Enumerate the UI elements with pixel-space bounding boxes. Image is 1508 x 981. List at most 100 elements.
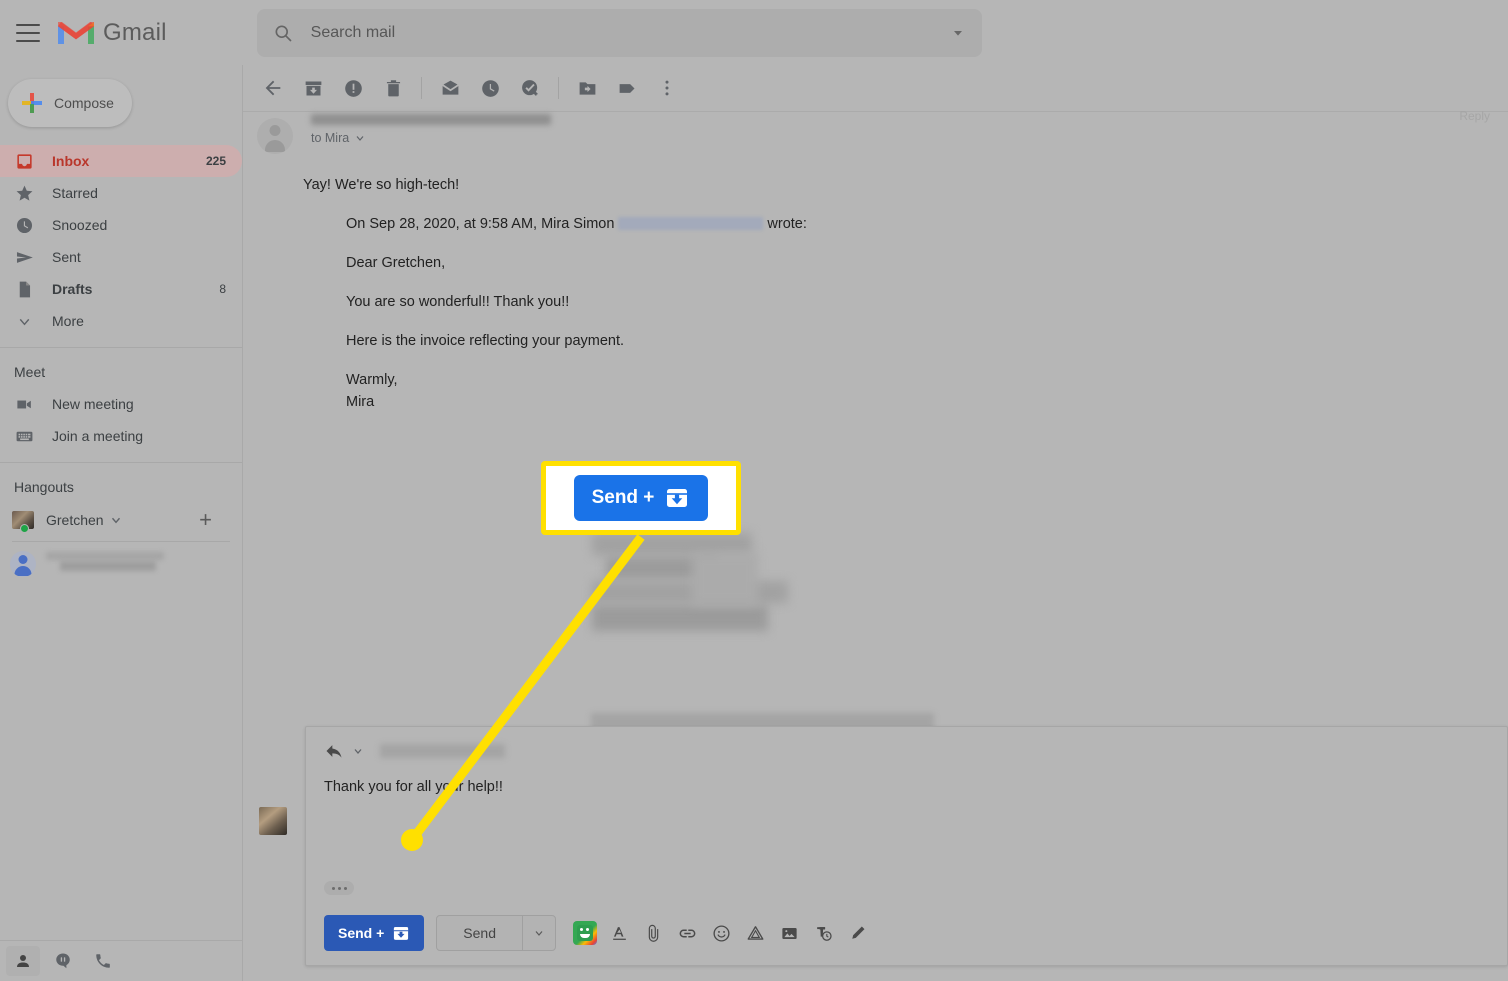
sidebar-item-more[interactable]: More bbox=[0, 305, 242, 337]
sidebar-item-label: Drafts bbox=[52, 281, 93, 297]
compose-recipient-redacted bbox=[380, 744, 505, 758]
add-hangout-icon[interactable]: + bbox=[199, 509, 212, 531]
keyboard-icon bbox=[14, 426, 34, 446]
sidebar-item-count: 8 bbox=[219, 282, 226, 296]
archive-icon bbox=[394, 926, 409, 940]
callout-send-plus-button[interactable]: Send + bbox=[573, 475, 709, 521]
sidebar-item-sent[interactable]: Sent bbox=[0, 241, 242, 273]
hangouts-chat-icon[interactable] bbox=[46, 946, 80, 976]
search-icon bbox=[275, 25, 292, 41]
quoted-message: On Sep 28, 2020, at 9:58 AM, Mira Simon w… bbox=[243, 196, 1508, 410]
sidebar-item-label: Sent bbox=[52, 249, 81, 265]
send-plus-label: Send + bbox=[338, 925, 385, 941]
sidebar-item-count: 225 bbox=[205, 154, 226, 168]
quoted-intro-text: On Sep 28, 2020, at 9:58 AM, Mira Simon bbox=[346, 215, 615, 232]
main-menu-icon[interactable] bbox=[16, 23, 40, 42]
move-to-folder-icon[interactable] bbox=[567, 68, 607, 108]
email-thread: to Mira Yay! We're so high-tech! On Sep … bbox=[243, 112, 1508, 966]
delete-trash-icon[interactable] bbox=[373, 68, 413, 108]
back-arrow-icon[interactable] bbox=[253, 68, 293, 108]
snooze-clock-icon[interactable] bbox=[470, 68, 510, 108]
gmail-logo-icon bbox=[58, 22, 94, 44]
archive-icon bbox=[667, 489, 688, 507]
top-bar: Gmail bbox=[0, 0, 1508, 65]
quoted-line: Warmly, bbox=[346, 371, 398, 388]
star-icon bbox=[14, 183, 34, 203]
chevron-down-icon[interactable] bbox=[950, 25, 966, 41]
send-plus-archive-button[interactable]: Send + bbox=[324, 915, 425, 951]
inbox-icon bbox=[14, 151, 34, 171]
hangouts-contact-name-redacted bbox=[46, 551, 176, 577]
insert-emoji-icon[interactable] bbox=[706, 918, 736, 948]
toolbar-divider bbox=[421, 77, 422, 99]
sidebar-item-starred[interactable]: Starred bbox=[0, 177, 242, 209]
quoted-line: Mira bbox=[346, 393, 375, 410]
sidebar-item-label: New meeting bbox=[52, 396, 134, 412]
send-label: Send bbox=[463, 925, 496, 941]
sidebar-item-join-meeting[interactable]: Join a meeting bbox=[0, 420, 242, 452]
formatting-options-icon[interactable] bbox=[604, 918, 634, 948]
chevron-down-icon[interactable] bbox=[109, 513, 123, 527]
compose-button[interactable]: Compose bbox=[8, 79, 132, 127]
hangouts-user-name: Gretchen bbox=[46, 512, 104, 528]
chevron-down-icon bbox=[535, 931, 543, 936]
sidebar: Compose Inbox 225 Starred Snoozed Sent D… bbox=[0, 65, 243, 981]
compose-header bbox=[306, 727, 1507, 761]
sidebar-item-label: Starred bbox=[52, 185, 98, 201]
sender-name-redacted bbox=[311, 114, 551, 125]
reply-compose-box[interactable]: Thank you for all your help!! Send + Sen… bbox=[259, 726, 1508, 966]
archive-icon[interactable] bbox=[293, 68, 333, 108]
more-vertical-icon[interactable] bbox=[647, 68, 687, 108]
toolbar-divider-2 bbox=[558, 77, 559, 99]
sidebar-item-label: Inbox bbox=[52, 153, 90, 169]
compose-actions: Send + Send bbox=[324, 915, 872, 951]
sidebar-bottom-bar bbox=[0, 940, 243, 981]
attach-file-icon[interactable] bbox=[638, 918, 668, 948]
insert-photo-icon[interactable] bbox=[774, 918, 804, 948]
search-bar[interactable] bbox=[256, 8, 982, 57]
ellipsis-icon[interactable] bbox=[324, 881, 354, 895]
hangouts-user-row[interactable]: Gretchen + bbox=[0, 503, 242, 537]
confidential-mode-icon[interactable] bbox=[808, 918, 838, 948]
compose-toolbar bbox=[570, 918, 872, 948]
avatar bbox=[259, 807, 287, 835]
mark-unread-icon[interactable] bbox=[430, 68, 470, 108]
avatar bbox=[10, 551, 36, 577]
sidebar-nav-list: Inbox 225 Starred Snoozed Sent Drafts 8 … bbox=[0, 145, 242, 337]
avatar bbox=[257, 118, 293, 154]
sidebar-item-new-meeting[interactable]: New meeting bbox=[0, 388, 242, 420]
plus-icon bbox=[22, 93, 42, 113]
meet-section-title: Meet bbox=[14, 364, 46, 380]
clock-icon bbox=[14, 215, 34, 235]
compose-button-label: Compose bbox=[54, 95, 114, 111]
send-options-caret[interactable] bbox=[523, 916, 555, 950]
sidebar-item-snoozed[interactable]: Snoozed bbox=[0, 209, 242, 241]
gmail-logo[interactable]: Gmail bbox=[58, 19, 167, 47]
recipient-line[interactable]: to Mira bbox=[311, 131, 551, 145]
insert-drive-file-icon[interactable] bbox=[740, 918, 770, 948]
sidebar-item-inbox[interactable]: Inbox 225 bbox=[0, 145, 242, 177]
chevron-down-icon[interactable] bbox=[354, 132, 366, 144]
add-to-tasks-icon[interactable] bbox=[510, 68, 550, 108]
contacts-person-icon[interactable] bbox=[6, 946, 40, 976]
search-input[interactable] bbox=[310, 23, 940, 42]
quoted-line: Here is the invoice reflecting your paym… bbox=[346, 332, 625, 349]
quoted-intro-suffix: wrote: bbox=[767, 215, 807, 232]
report-spam-icon[interactable] bbox=[333, 68, 373, 108]
quoted-line: You are so wonderful!! Thank you!! bbox=[346, 293, 570, 310]
send-icon bbox=[14, 247, 34, 267]
compose-body-text[interactable]: Thank you for all your help!! bbox=[306, 761, 1507, 795]
sidebar-item-drafts[interactable]: Drafts 8 bbox=[0, 273, 242, 305]
phone-icon[interactable] bbox=[86, 946, 120, 976]
bitmoji-icon[interactable] bbox=[570, 918, 600, 948]
insert-signature-pen-icon[interactable] bbox=[842, 918, 872, 948]
send-button[interactable]: Send bbox=[437, 916, 522, 950]
chevron-down-icon bbox=[14, 311, 34, 331]
reply-arrow-icon[interactable] bbox=[324, 741, 344, 761]
message-header: to Mira bbox=[243, 112, 1508, 154]
video-camera-icon bbox=[14, 394, 34, 414]
labels-tag-icon[interactable] bbox=[607, 68, 647, 108]
chevron-down-icon[interactable] bbox=[352, 745, 364, 757]
hangouts-contact-row[interactable] bbox=[0, 542, 242, 586]
insert-link-icon[interactable] bbox=[672, 918, 702, 948]
